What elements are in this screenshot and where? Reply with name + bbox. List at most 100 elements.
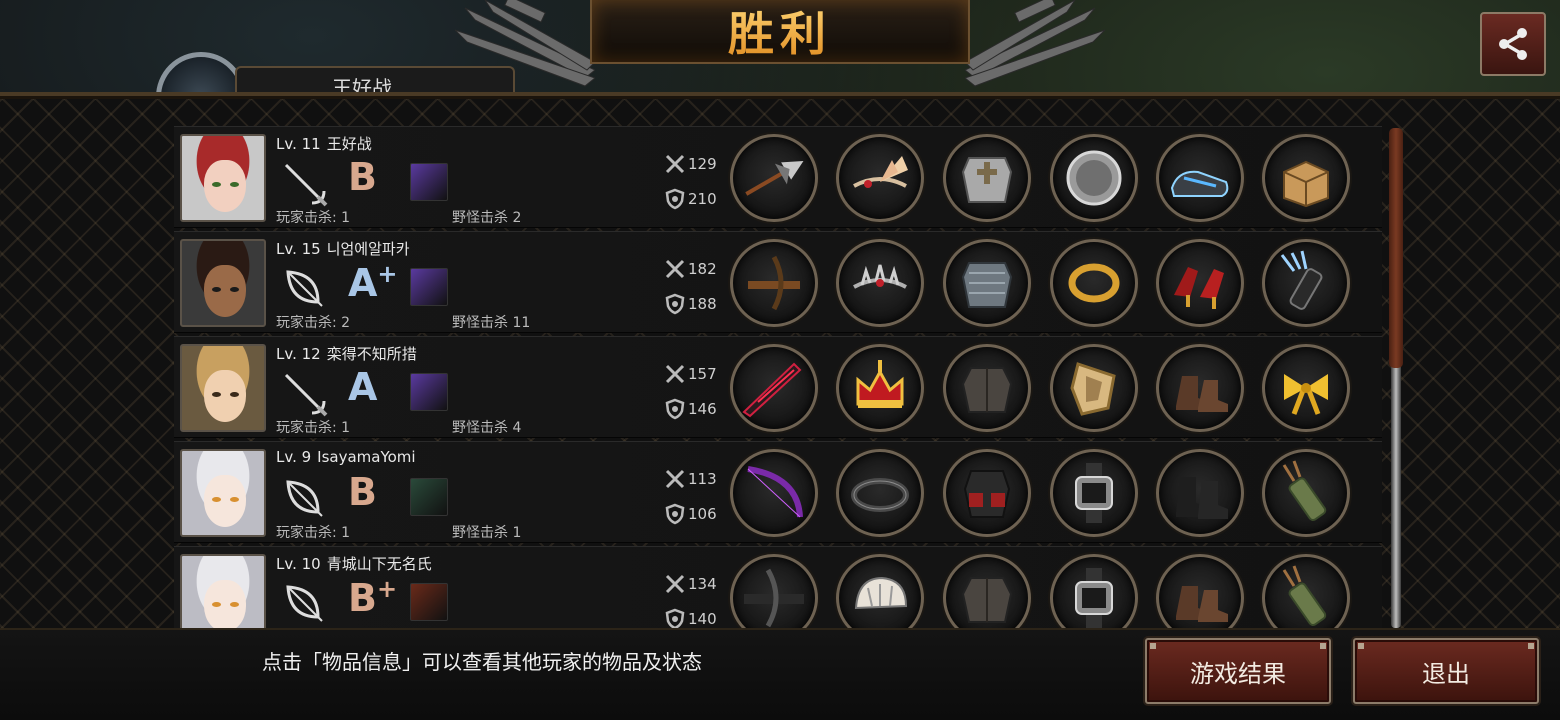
chainmail-icon <box>961 262 1013 308</box>
grade-badge: B <box>348 470 377 514</box>
attack-icon <box>665 259 685 279</box>
rapier-icon <box>284 373 328 417</box>
player-row[interactable]: Lv. 10 青城山下无名氏 B+ 134 140 <box>174 546 1382 628</box>
item-slot[interactable] <box>1050 449 1138 537</box>
player-level-name: Lv. 12 栾得不知所措 <box>276 343 417 364</box>
defense-icon <box>665 503 685 525</box>
grade-badge: A <box>348 365 378 409</box>
leather-jacket-icon <box>961 367 1013 413</box>
spear-weapon-icon <box>745 161 804 196</box>
item-slot[interactable] <box>1156 239 1244 327</box>
avatar[interactable] <box>180 554 266 628</box>
arrow-quiver-icon <box>1282 460 1327 522</box>
quiver-icon <box>1280 250 1323 310</box>
item-slot[interactable] <box>943 554 1031 628</box>
player-level: Lv. 11 <box>276 135 321 153</box>
player-name: 栾得不知所措 <box>326 345 417 363</box>
defense-value: 188 <box>688 295 717 313</box>
item-slot[interactable] <box>1262 449 1350 537</box>
item-slot[interactable] <box>1156 134 1244 222</box>
purple-bow-icon <box>747 466 803 518</box>
attack-icon <box>665 574 685 594</box>
victory-banner: 胜利 <box>590 0 970 64</box>
player-list[interactable]: Lv. 11 王好战 B 玩家击杀: 1 野怪击杀 2 129 210 Lv. 15 니엄에알파… <box>174 126 1384 628</box>
item-slot[interactable] <box>730 239 818 327</box>
player-kills: 玩家击杀: 1 <box>276 420 351 436</box>
avatar[interactable] <box>180 134 266 222</box>
sport-watch-icon <box>1075 463 1113 523</box>
item-slot[interactable] <box>836 239 924 327</box>
player-level: Lv. 12 <box>276 345 321 363</box>
character-skill-icon <box>410 163 448 201</box>
attack-value: 134 <box>688 575 717 593</box>
item-slot[interactable] <box>836 554 924 628</box>
item-slot[interactable] <box>1156 344 1244 432</box>
item-slot[interactable] <box>1156 449 1244 537</box>
item-slot[interactable] <box>836 134 924 222</box>
defense-value: 146 <box>688 400 717 418</box>
item-slot[interactable] <box>1050 239 1138 327</box>
avatar[interactable] <box>180 344 266 432</box>
leather-jacket-icon <box>961 577 1013 623</box>
item-slot[interactable] <box>943 344 1031 432</box>
item-slot[interactable] <box>730 344 818 432</box>
attack-value: 129 <box>688 155 717 173</box>
item-slot[interactable] <box>943 239 1031 327</box>
player-level-name: Lv. 9 IsayamaYomi <box>276 448 416 466</box>
attack-value: 113 <box>688 470 717 488</box>
combat-boots-icon <box>1176 477 1228 519</box>
item-slot[interactable] <box>730 554 818 628</box>
avatar[interactable] <box>180 449 266 537</box>
player-name: 王好战 <box>326 135 372 153</box>
top-tab: 王好战 <box>235 66 515 94</box>
player-level: Lv. 9 <box>276 448 312 466</box>
item-slot[interactable] <box>1262 554 1350 628</box>
scrollbar-thumb[interactable] <box>1389 128 1403 368</box>
monster-kills: 野怪击杀 4 <box>452 420 522 436</box>
defense-value: 210 <box>688 190 717 208</box>
item-slot[interactable] <box>1050 554 1138 628</box>
game-results-button[interactable]: 游戏结果 <box>1145 638 1331 704</box>
item-slot[interactable] <box>1262 239 1350 327</box>
attack-icon <box>665 469 685 489</box>
defense-icon <box>665 608 685 628</box>
player-kills: 玩家击杀: 2 <box>276 315 351 331</box>
exit-button[interactable]: 退出 <box>1353 638 1539 704</box>
player-row[interactable]: Lv. 11 王好战 B 玩家击杀: 1 野怪击杀 2 129 210 <box>174 126 1382 228</box>
headband-icon <box>851 478 909 512</box>
item-slot[interactable] <box>1050 344 1138 432</box>
defense-value: 106 <box>688 505 717 523</box>
share-button[interactable] <box>1480 12 1546 76</box>
grade-badge: B+ <box>348 575 398 620</box>
avatar[interactable] <box>180 239 266 327</box>
character-skill-icon <box>410 373 448 411</box>
item-slot[interactable] <box>1156 554 1244 628</box>
player-level-name: Lv. 11 王好战 <box>276 133 372 154</box>
tactical-vest-icon <box>963 470 1011 518</box>
player-row[interactable]: Lv. 9 IsayamaYomi B 玩家击杀: 1 野怪击杀 1 113 106 <box>174 441 1382 543</box>
player-row[interactable]: Lv. 12 栾得不知所措 A 玩家击杀: 1 野怪击杀 4 157 146 <box>174 336 1382 438</box>
player-level: Lv. 10 <box>276 555 321 573</box>
attack-icon <box>665 154 685 174</box>
grade-plus: + <box>376 575 398 603</box>
character-skill-icon <box>410 268 448 306</box>
bike-helmet-icon <box>854 576 908 610</box>
item-slot[interactable] <box>943 134 1031 222</box>
sneakers-icon <box>1170 170 1229 197</box>
player-row[interactable]: Lv. 15 니엄에알파카 A+ 玩家击杀: 2 野怪击杀 11 182 188 <box>174 231 1382 333</box>
item-slot[interactable] <box>730 449 818 537</box>
supply-box-icon <box>1283 160 1329 208</box>
item-slot[interactable] <box>730 134 818 222</box>
item-slot[interactable] <box>836 344 924 432</box>
defense-icon <box>665 188 685 210</box>
player-level-name: Lv. 15 니엄에알파카 <box>276 238 410 259</box>
gold-bracelet-icon <box>1068 263 1120 303</box>
player-level: Lv. 15 <box>276 240 321 258</box>
defense-icon <box>665 398 685 420</box>
item-slot[interactable] <box>836 449 924 537</box>
item-slot[interactable] <box>1050 134 1138 222</box>
item-slot[interactable] <box>1262 344 1350 432</box>
item-slot[interactable] <box>943 449 1031 537</box>
bow-icon <box>286 585 323 622</box>
item-slot[interactable] <box>1262 134 1350 222</box>
